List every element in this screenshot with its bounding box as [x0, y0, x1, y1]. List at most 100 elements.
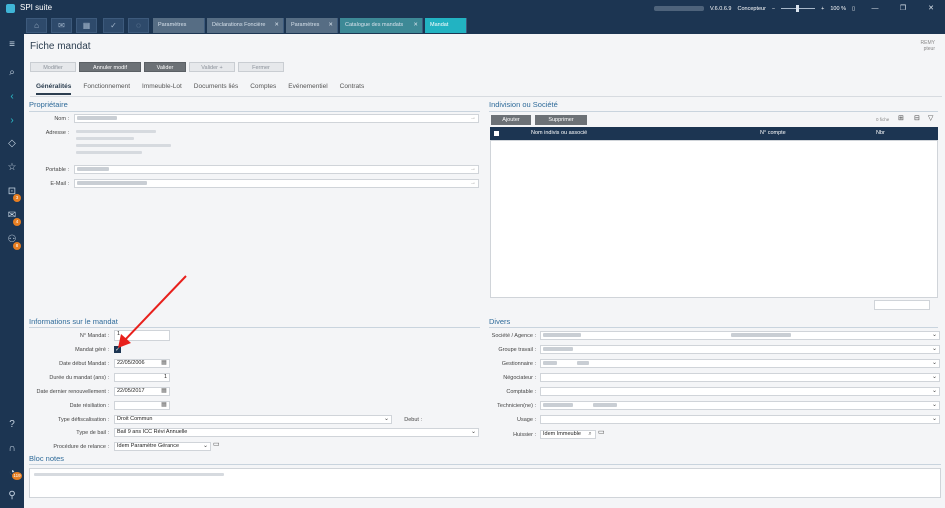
- zoom-in-icon[interactable]: +: [821, 6, 824, 12]
- fermer-button[interactable]: Fermer: [238, 62, 284, 72]
- type-defisc-label: Type défiscalisation :: [57, 417, 109, 423]
- blurred-address-line: [76, 151, 142, 154]
- tab-evenementiel[interactable]: Evénementiel: [288, 83, 327, 95]
- tab-parametres-1[interactable]: Paramètres: [153, 18, 205, 33]
- ajouter-button[interactable]: Ajouter: [491, 115, 531, 125]
- comptable-select[interactable]: ⌄: [540, 387, 940, 396]
- valider-button[interactable]: Valider: [144, 62, 186, 72]
- tab-comptes[interactable]: Comptes: [250, 83, 276, 95]
- column-header[interactable]: Nom indivis ou associé: [531, 130, 587, 136]
- version-label: V.6.0.6.9: [709, 5, 732, 12]
- star-icon[interactable]: ☆: [4, 161, 20, 175]
- minimize-button[interactable]: —: [861, 0, 889, 17]
- close-tab-icon[interactable]: ✕: [328, 18, 333, 33]
- home-icon[interactable]: ⌂: [26, 18, 47, 33]
- calendar-icon[interactable]: ▦: [160, 402, 168, 409]
- monitor-icon[interactable]: ▭: [598, 428, 605, 436]
- column-header[interactable]: N° compte: [760, 130, 786, 136]
- technicien-select[interactable]: ⌄: [540, 401, 940, 410]
- check-icon[interactable]: ✓: [103, 18, 124, 33]
- goto-arrow-icon[interactable]: →: [470, 180, 476, 187]
- user-icon[interactable]: ⚲: [4, 489, 20, 503]
- goto-arrow-icon[interactable]: →: [470, 166, 476, 173]
- blurred-address-line: [76, 130, 156, 133]
- tab-fonctionnement[interactable]: Fonctionnement: [83, 83, 130, 95]
- search-icon[interactable]: ⌕: [4, 66, 20, 80]
- indivision-footer-field: [874, 300, 930, 310]
- blurred-value: [543, 332, 581, 337]
- mode-label: Concepteur: [737, 5, 766, 12]
- column-header[interactable]: Nbr: [876, 130, 885, 136]
- diamond-icon[interactable]: ◇: [4, 137, 20, 151]
- table-columns-icon[interactable]: ⊞: [898, 114, 904, 122]
- field-value: 22/05/2017: [117, 388, 145, 394]
- usage-select[interactable]: ⌄: [540, 415, 940, 424]
- tab-documents-lies[interactable]: Documents liés: [194, 83, 238, 95]
- zoom-slider[interactable]: [781, 5, 816, 12]
- section-divider: [489, 111, 938, 112]
- field-value: Droit Commun: [117, 416, 153, 422]
- tab-declarations-fonciere[interactable]: Déclarations Foncière ✕: [207, 18, 284, 33]
- tab-parametres-2[interactable]: Paramètres ✕: [286, 18, 338, 33]
- date-resiliation-field[interactable]: ▦: [114, 401, 170, 410]
- duree-field[interactable]: 1: [114, 373, 170, 382]
- mandat-gere-checkbox[interactable]: ✓: [114, 346, 121, 353]
- type-bail-label: Type de bail :: [76, 430, 109, 436]
- tab-contrats[interactable]: Contrats: [340, 83, 365, 95]
- help-icon[interactable]: ?: [4, 418, 20, 432]
- date-renouvellement-field[interactable]: 22/05/2017 ▦: [114, 387, 170, 396]
- groupe-travail-select[interactable]: ⌄: [540, 345, 940, 354]
- indivision-table-body: [490, 140, 938, 298]
- proprietaire-section-title: Propriétaire: [29, 100, 68, 109]
- notification-badge: 119: [12, 472, 22, 480]
- date-debut-label: Date début Mandat :: [59, 361, 109, 367]
- tab-catalogue-des-mandats[interactable]: Catalogue des mandats ✕: [340, 18, 423, 33]
- annuler-modif-button[interactable]: Annuler modif: [79, 62, 141, 72]
- field-value: 22/05/2006: [117, 360, 145, 366]
- close-tab-icon[interactable]: ✕: [274, 18, 279, 33]
- filter-icon[interactable]: ▽: [928, 114, 933, 122]
- select-all-checkbox[interactable]: [494, 131, 499, 136]
- supprimer-button[interactable]: Supprimer: [535, 115, 587, 125]
- huissier-field[interactable]: Idem Immeuble ⌕: [540, 430, 596, 439]
- date-debut-field[interactable]: 22/05/2006 ▦: [114, 359, 170, 368]
- back-icon[interactable]: ‹: [4, 90, 20, 104]
- gestionnaire-select[interactable]: ⌄: [540, 359, 940, 368]
- tab-mandat[interactable]: Mandat: [425, 18, 467, 33]
- notification-badge: 3: [13, 194, 21, 202]
- societe-select[interactable]: ⌄: [540, 331, 940, 340]
- goto-arrow-icon[interactable]: →: [470, 115, 476, 122]
- calendar-icon[interactable]: ▦: [160, 388, 168, 395]
- menu-icon[interactable]: ≡: [4, 38, 20, 52]
- maximize-button[interactable]: ❐: [889, 0, 917, 17]
- close-tab-icon[interactable]: ✕: [413, 18, 418, 33]
- tab-label: Paramètres: [158, 22, 187, 28]
- monitor-icon[interactable]: ▭: [213, 440, 220, 448]
- blurred-address-line: [76, 137, 134, 140]
- type-bail-select[interactable]: Bail 9 ans ICC Révi Annuelle ⌄: [114, 428, 479, 437]
- calendar-icon[interactable]: ▦: [76, 18, 97, 33]
- type-defisc-select[interactable]: Droit Commun ⌄: [114, 415, 392, 424]
- modifier-button[interactable]: Modifier: [30, 62, 76, 72]
- tab-immeuble-lot[interactable]: Immeuble-Lot: [142, 83, 182, 95]
- forward-icon[interactable]: ›: [4, 114, 20, 128]
- mail-icon[interactable]: ✉: [51, 18, 72, 33]
- tab-generalites[interactable]: Généralités: [36, 83, 72, 95]
- valider-plus-button[interactable]: Valider +: [189, 62, 235, 72]
- negociateur-select[interactable]: ⌄: [540, 373, 940, 382]
- nom-field[interactable]: →: [74, 114, 479, 123]
- procedure-relance-select[interactable]: Idem Paramètre Gérance ⌄: [114, 442, 211, 451]
- sidebar: ≡ ⌕ ‹ › ◇ ☆ ⊡ 3 ✉ 4 ⚇ 8 ? ∩ ◔ 119 ⚲: [0, 34, 24, 508]
- zoom-out-icon[interactable]: −: [772, 6, 775, 12]
- email-field[interactable]: →: [74, 179, 479, 188]
- headset-icon[interactable]: ∩: [4, 442, 20, 456]
- bell-icon[interactable]: ◌: [128, 18, 149, 33]
- export-icon[interactable]: ⊟: [914, 114, 920, 122]
- search-icon[interactable]: ⌕: [586, 431, 594, 438]
- document-icon[interactable]: ▯: [852, 6, 855, 12]
- calendar-icon[interactable]: ▦: [160, 360, 168, 367]
- portable-field[interactable]: →: [74, 165, 479, 174]
- numero-mandat-field[interactable]: 1: [114, 330, 170, 341]
- notes-textarea[interactable]: [29, 468, 941, 498]
- close-window-button[interactable]: ✕: [917, 0, 945, 17]
